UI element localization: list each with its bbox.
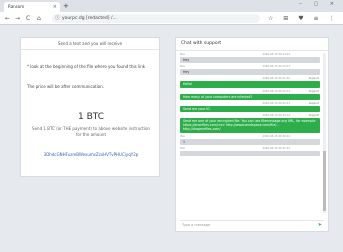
ransom-price: 1 BTC [77,112,104,122]
message-time: 2020-08-15 09:23:12 [262,114,290,118]
message-meta: You 2020-08-15 09:30:44 [180,135,320,139]
forward-icon[interactable]: → [15,13,20,24]
support-message-bubble: How many of your computers are infected? [180,93,320,100]
message-meta: Support 2020-08-15 09:22:03 [180,90,320,94]
send-icon[interactable]: ➤ [318,221,322,230]
browser-tab[interactable]: Ransom × [4,2,60,12]
message-meta: You 2020-08-15 09:14:22 [180,53,320,57]
message-author: Support [308,77,319,81]
message-author: Support [308,114,319,118]
scrollbar-thumb[interactable] [323,151,326,211]
message-placeholder: Type a message [182,223,211,227]
card-header: Send a text and you will receive [21,38,159,50]
message-meta: Support 2020-08-15 09:21:40 [180,77,320,81]
message-input[interactable]: Type a message ➤ [180,220,324,229]
chat-message: You 2020-08-15 09:14:22 Hey [180,53,320,64]
message-time: 2020-08-15 09:22:31 [262,101,290,105]
message-author: Support [308,101,319,105]
message-author: You [180,134,185,138]
chat-message: Support 2020-08-15 09:22:03 How many of yo… [180,90,320,100]
message-time: 2020-08-15 09:15:07 [262,65,290,69]
message-meta: You 2020-08-15 09:15:07 [180,65,320,69]
chat-message: You 2020-08-15 09:31:02 [180,147,320,156]
support-message-bubble: Send me your ID [180,105,320,113]
payment-note: Send 1 BTC (or THE payment) to above web… [32,126,150,137]
message-time: 2020-08-15 09:30:44 [262,134,290,138]
chat-message: Support 2020-08-15 09:21:40 Hello! [180,77,320,88]
chat-message: Support 2020-08-15 09:23:12 Send me one of… [180,114,320,133]
message-time: 2020-08-15 09:14:22 [262,53,290,56]
message-meta: Support 2020-08-15 09:23:12 [180,114,320,118]
site-info-icon[interactable]: ⓘ [55,14,60,23]
message-author: Support [308,89,319,93]
instructions-card: Send a text and you will receive * look … [20,37,160,177]
message-author: You [180,146,185,150]
chat-title: Chat with support [176,38,328,51]
browser-toolbar: ← → C ⌂ ⓘ yourpc.dg [redacted] /... ☆ ⊞ … [0,12,343,25]
message-meta: You 2020-08-15 09:31:02 [180,147,320,151]
message-author: You [180,53,185,56]
support-message-bubble: Send me one of your encrypted file. You … [180,118,320,133]
instruction-line-2: The price will be after communication. [27,84,105,89]
tab-title: Ransom [8,4,25,9]
chat-message: Support 2020-08-15 09:22:31 Send me your I… [180,102,320,113]
reload-icon[interactable]: C [26,13,30,24]
home-icon[interactable]: ⌂ [37,13,41,24]
support-chat-panel: Chat with support You 2020-08-15 09:14:22… [175,37,329,232]
chat-message: You 2020-08-15 09:30:44 1 [180,135,320,145]
message-time: 2020-08-15 09:21:40 [262,77,290,81]
tab-strip: Ransom × + – ▢ × [0,0,343,12]
message-meta: Support 2020-08-15 09:22:31 [180,102,320,106]
tab-close-icon[interactable]: × [53,2,57,12]
user-message-bubble: Hey [180,69,320,76]
new-tab-button[interactable]: + [63,2,69,11]
message-time: 2020-08-15 09:22:03 [262,89,290,93]
toolbar-extension-icons[interactable]: ☆ ⊞ ♥ ≡ ⋮ [268,13,338,24]
message-list: You 2020-08-15 09:14:22 Hey You 2020-08-15 0… [180,53,320,158]
chat-scrollbar[interactable] [323,53,326,213]
message-author: You [180,65,185,69]
window-controls[interactable]: – ▢ × [299,1,339,7]
message-time: 2020-08-15 09:31:02 [262,146,290,150]
bitcoin-address[interactable]: 3DhdcGNHFuzmBWexumsZzxHVTvPHUCiyqY2p [21,152,161,157]
user-message-bubble: 1 [180,138,320,145]
support-message-bubble: Hello! [180,81,320,88]
user-message-bubble: Hey [180,57,320,64]
back-icon[interactable]: ← [5,13,10,24]
user-message-bubble [180,150,320,156]
chat-message: You 2020-08-15 09:15:07 Hey [180,65,320,76]
address-bar[interactable]: ⓘ yourpc.dg [redacted] /... [52,14,260,23]
url-text: yourpc.dg [redacted] /... [62,16,117,21]
instruction-line-1: * look at the beginning of the file wher… [27,64,146,69]
